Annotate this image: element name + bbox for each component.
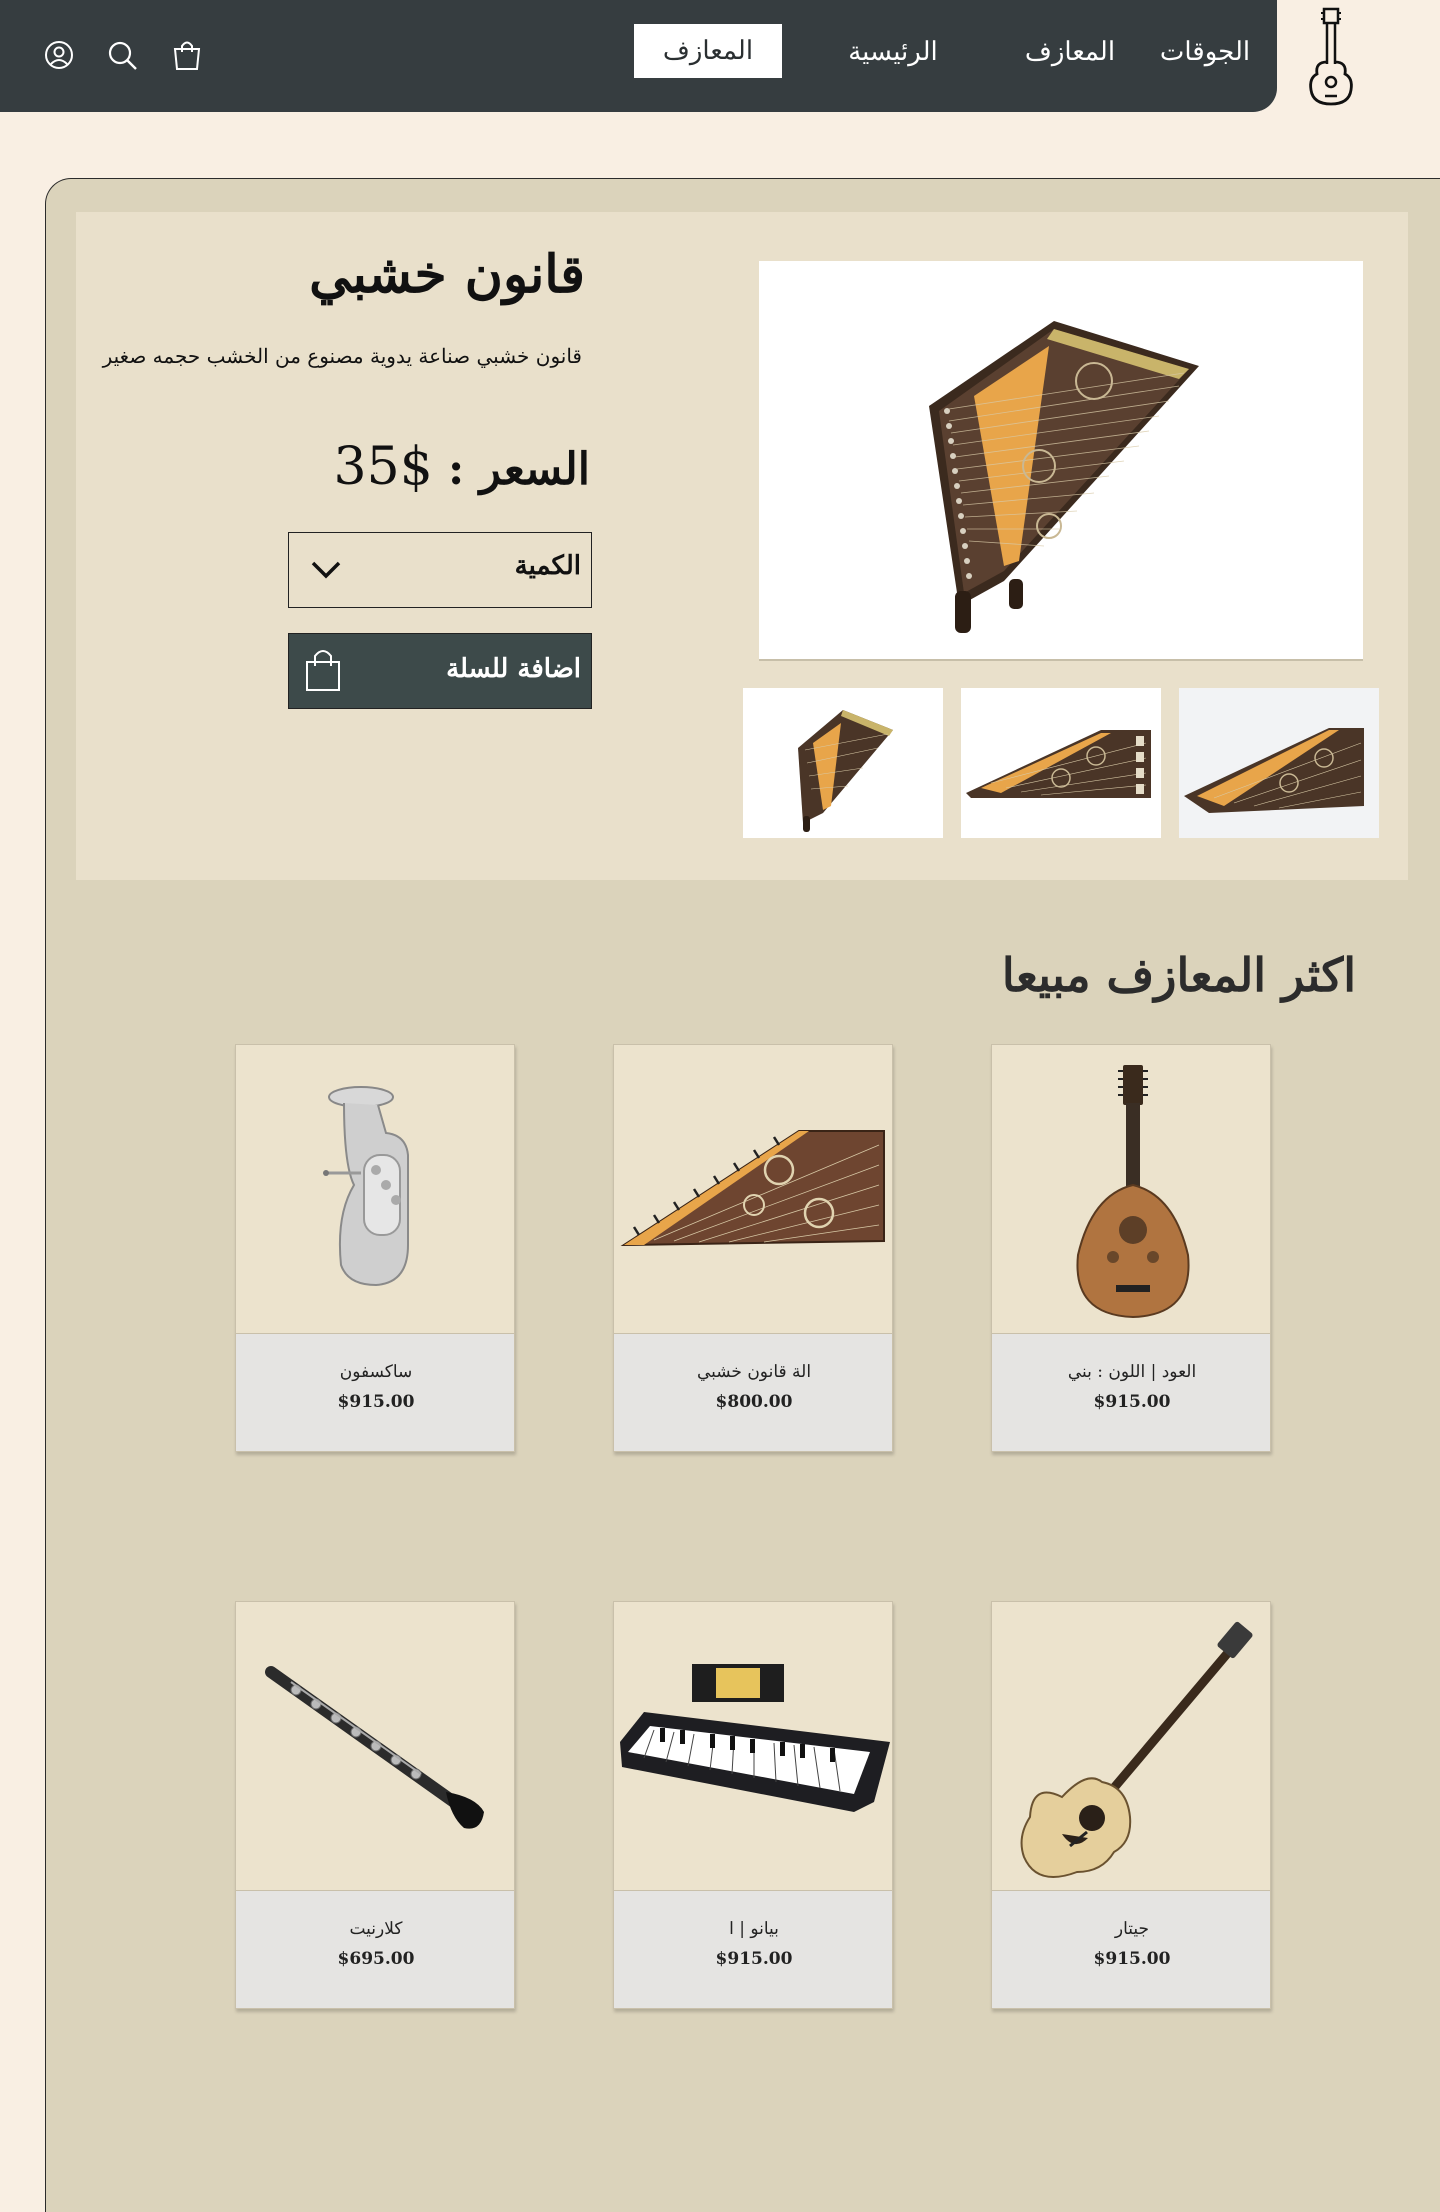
add-to-cart-button[interactable]: اضافة للسلة <box>288 633 592 709</box>
product-thumbnail[interactable] <box>743 688 943 838</box>
product-description: قانون خشبي صناعة يدوية مصنوع من الخشب حج… <box>102 344 582 368</box>
product-info: كلارنيت $695.00 <box>235 1891 515 2009</box>
product-card-clarinet[interactable]: كلارنيت $695.00 <box>235 1601 515 2009</box>
product-info: بيانو | ا $915.00 <box>613 1891 893 2009</box>
product-name: بيانو | ا <box>729 1919 779 1939</box>
add-to-cart-label: اضافة للسلة <box>446 654 581 684</box>
product-info: الة قانون خشبي $800.00 <box>613 1334 893 1452</box>
product-thumbnail[interactable] <box>1179 688 1379 838</box>
search-icon[interactable] <box>105 38 139 72</box>
product-price: $915.00 <box>715 1949 793 1969</box>
price-row: السعر : $35 <box>334 430 590 504</box>
product-card-saxophone[interactable]: ساكسفون $915.00 <box>235 1044 515 1452</box>
chevron-down-icon <box>309 555 343 585</box>
product-main-image[interactable] <box>759 261 1363 661</box>
nav-instruments[interactable]: المعازف <box>1020 34 1120 70</box>
product-image <box>991 1601 1271 1891</box>
product-price: $800.00 <box>715 1392 793 1412</box>
product-card-guitar[interactable]: جيتار $915.00 <box>991 1601 1271 2009</box>
product-image <box>613 1601 893 1891</box>
top-nav-bar: المعازف الرئيسية المعازف الجوقات <box>0 0 1277 112</box>
product-image <box>991 1044 1271 1334</box>
product-info: جيتار $915.00 <box>991 1891 1271 2009</box>
nav-troupes[interactable]: الجوقات <box>1155 34 1255 70</box>
product-image <box>235 1601 515 1891</box>
product-price: $695.00 <box>337 1949 415 1969</box>
best-sellers-title: اكثر المعازف مبيعا <box>1001 948 1356 1002</box>
quantity-label: الكمية <box>514 551 581 581</box>
product-card-piano[interactable]: بيانو | ا $915.00 <box>613 1601 893 2009</box>
price-value: $35 <box>333 437 433 497</box>
product-price: $915.00 <box>1093 1949 1171 1969</box>
product-name: ساكسفون <box>339 1362 413 1382</box>
product-name: الة قانون خشبي <box>696 1362 812 1382</box>
product-card-qanun[interactable]: الة قانون خشبي $800.00 <box>613 1044 893 1452</box>
nav-home[interactable]: الرئيسية <box>838 34 948 70</box>
user-icon[interactable] <box>42 38 76 72</box>
cart-icon[interactable] <box>170 38 204 72</box>
shopping-bag-icon <box>303 646 343 694</box>
product-card-oud[interactable]: العود | اللون : بني $915.00 <box>991 1044 1271 1452</box>
product-name: العود | اللون : بني <box>1067 1362 1197 1382</box>
product-title: قانون خشبي <box>309 244 585 305</box>
product-image <box>613 1044 893 1334</box>
nav-instruments-active[interactable]: المعازف <box>634 24 782 78</box>
product-thumbnail[interactable] <box>961 688 1161 838</box>
product-info: ساكسفون $915.00 <box>235 1334 515 1452</box>
product-price: $915.00 <box>1093 1392 1171 1412</box>
product-name: كلارنيت <box>349 1919 403 1939</box>
product-info: العود | اللون : بني $915.00 <box>991 1334 1271 1452</box>
guitar-icon[interactable] <box>1305 6 1357 108</box>
price-label: السعر : <box>448 444 590 495</box>
quantity-select[interactable]: الكمية <box>288 532 592 608</box>
product-image <box>235 1044 515 1334</box>
product-name: جيتار <box>1114 1919 1150 1939</box>
product-price: $915.00 <box>337 1392 415 1412</box>
